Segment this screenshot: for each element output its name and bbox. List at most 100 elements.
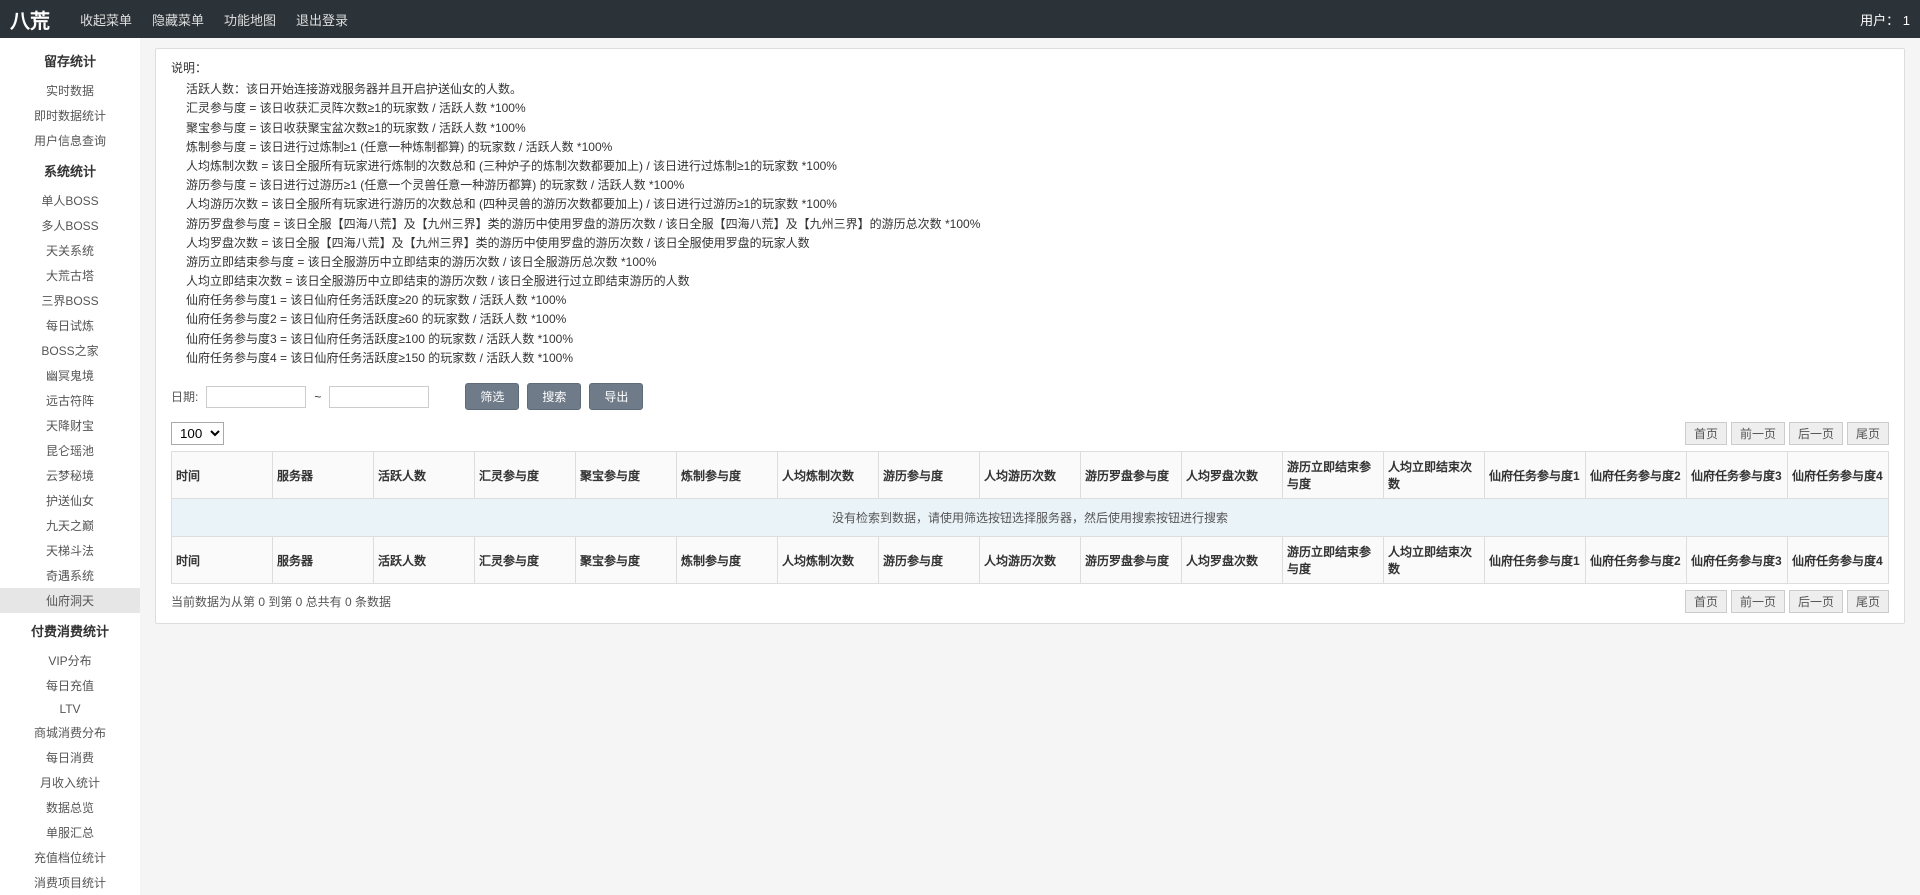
date-from-input[interactable] bbox=[206, 386, 306, 408]
column-header: 游历参与度 bbox=[879, 537, 980, 584]
pager-top: 首页 前一页 后一页 尾页 bbox=[1685, 422, 1889, 445]
column-header: 聚宝参与度 bbox=[576, 537, 677, 584]
main-content: 说明： 活跃人数：该日开始连接游戏服务器并且开启护送仙女的人数。汇灵参与度 = … bbox=[140, 38, 1920, 895]
user-label: 用户： bbox=[1860, 13, 1899, 28]
column-header: 汇灵参与度 bbox=[475, 452, 576, 499]
column-header: 人均游历次数 bbox=[980, 537, 1081, 584]
description-line: 炼制参与度 = 该日进行过炼制≥1 (任意一种炼制都算) 的玩家数 / 活跃人数… bbox=[171, 138, 1889, 157]
description-line: 仙府任务参与度4 = 该日仙府任务活跃度≥150 的玩家数 / 活跃人数 *10… bbox=[171, 349, 1889, 368]
empty-text: 没有检索到数据，请使用筛选按钮选择服务器，然后使用搜索按钮进行搜索 bbox=[172, 499, 1889, 537]
sidebar-item[interactable]: 每日试炼 bbox=[0, 313, 140, 338]
pager-prev-bottom[interactable]: 前一页 bbox=[1731, 590, 1785, 613]
sidebar-item[interactable]: 实时数据 bbox=[0, 78, 140, 103]
column-header: 游历参与度 bbox=[879, 452, 980, 499]
sidebar-item[interactable]: 远古符阵 bbox=[0, 388, 140, 413]
table-footer-bar: 当前数据为从第 0 到第 0 总共有 0 条数据 首页 前一页 后一页 尾页 bbox=[171, 590, 1889, 613]
description-line: 仙府任务参与度2 = 该日仙府任务活跃度≥60 的玩家数 / 活跃人数 *100… bbox=[171, 310, 1889, 329]
sidebar-item[interactable]: 多人BOSS bbox=[0, 213, 140, 238]
description-line: 仙府任务参与度1 = 该日仙府任务活跃度≥20 的玩家数 / 活跃人数 *100… bbox=[171, 291, 1889, 310]
search-button[interactable]: 搜索 bbox=[527, 383, 581, 410]
pager-bottom: 首页 前一页 后一页 尾页 bbox=[1685, 590, 1889, 613]
pager-next[interactable]: 后一页 bbox=[1789, 422, 1843, 445]
sidebar-item[interactable]: 每日消费 bbox=[0, 745, 140, 770]
column-header: 聚宝参与度 bbox=[576, 452, 677, 499]
column-header: 人均炼制次数 bbox=[778, 452, 879, 499]
column-header: 服务器 bbox=[273, 537, 374, 584]
description-line: 人均罗盘次数 = 该日全服【四海八荒】及【九州三界】类的游历中使用罗盘的游历次数… bbox=[171, 234, 1889, 253]
pager-next-bottom[interactable]: 后一页 bbox=[1789, 590, 1843, 613]
table-header-row: 时间服务器活跃人数汇灵参与度聚宝参与度炼制参与度人均炼制次数游历参与度人均游历次… bbox=[172, 452, 1889, 499]
sidebar-item[interactable]: 即时数据统计 bbox=[0, 103, 140, 128]
user-info: 用户： 1 bbox=[1860, 10, 1910, 29]
filter-button[interactable]: 筛选 bbox=[465, 383, 519, 410]
column-header: 时间 bbox=[172, 537, 273, 584]
sidebar-item[interactable]: 三界BOSS bbox=[0, 288, 140, 313]
page-size-select[interactable]: 100 bbox=[171, 422, 224, 445]
filter-row: 日期: ~ 筛选 搜索 导出 bbox=[171, 383, 1889, 410]
description-title: 说明： bbox=[171, 59, 1889, 78]
column-header: 仙府任务参与度3 bbox=[1687, 537, 1788, 584]
description-line: 仙府任务参与度3 = 该日仙府任务活跃度≥100 的玩家数 / 活跃人数 *10… bbox=[171, 330, 1889, 349]
sidebar-group-title: 付费消费统计 bbox=[0, 613, 140, 648]
column-header: 仙府任务参与度4 bbox=[1788, 537, 1889, 584]
date-label: 日期: bbox=[171, 388, 198, 405]
empty-row: 没有检索到数据，请使用筛选按钮选择服务器，然后使用搜索按钮进行搜索 bbox=[172, 499, 1889, 537]
description-line: 人均游历次数 = 该日全服所有玩家进行游历的次数总和 (四种灵兽的游历次数都要加… bbox=[171, 195, 1889, 214]
sidebar-item[interactable]: 每日充值 bbox=[0, 673, 140, 698]
sidebar-item[interactable]: 单人BOSS bbox=[0, 188, 140, 213]
column-header: 人均游历次数 bbox=[980, 452, 1081, 499]
sidebar-item[interactable]: 天梯斗法 bbox=[0, 538, 140, 563]
column-header: 游历立即结束参与度 bbox=[1283, 452, 1384, 499]
sidebar-item[interactable]: 护送仙女 bbox=[0, 488, 140, 513]
sidebar-item[interactable]: 奇遇系统 bbox=[0, 563, 140, 588]
sidebar-item[interactable]: 用户信息查询 bbox=[0, 128, 140, 153]
sidebar-item[interactable]: LTV bbox=[0, 698, 140, 720]
sidebar-item[interactable]: 月收入统计 bbox=[0, 770, 140, 795]
column-header: 炼制参与度 bbox=[677, 452, 778, 499]
sidebar-item[interactable]: 充值档位统计 bbox=[0, 845, 140, 870]
user-value: 1 bbox=[1903, 13, 1910, 28]
sidebar-item[interactable]: 数据总览 bbox=[0, 795, 140, 820]
sidebar-group-title: 留存统计 bbox=[0, 43, 140, 78]
pager-last-bottom[interactable]: 尾页 bbox=[1847, 590, 1889, 613]
sidebar-item[interactable]: VIP分布 bbox=[0, 648, 140, 673]
sidebar-item[interactable]: 幽冥鬼境 bbox=[0, 363, 140, 388]
column-header: 仙府任务参与度2 bbox=[1586, 452, 1687, 499]
description-line: 人均炼制次数 = 该日全服所有玩家进行炼制的次数总和 (三种炉子的炼制次数都要加… bbox=[171, 157, 1889, 176]
description-line: 汇灵参与度 = 该日收获汇灵阵次数≥1的玩家数 / 活跃人数 *100% bbox=[171, 99, 1889, 118]
sidebar-item[interactable]: 九天之巅 bbox=[0, 513, 140, 538]
description-line: 人均立即结束次数 = 该日全服游历中立即结束的游历次数 / 该日全服进行过立即结… bbox=[171, 272, 1889, 291]
pager-first[interactable]: 首页 bbox=[1685, 422, 1727, 445]
sidebar-item[interactable]: 商城消费分布 bbox=[0, 720, 140, 745]
column-header: 仙府任务参与度4 bbox=[1788, 452, 1889, 499]
sidebar-group-title: 系统统计 bbox=[0, 153, 140, 188]
sidebar-item[interactable]: 云梦秘境 bbox=[0, 463, 140, 488]
sidebar-item[interactable]: 仙府洞天 bbox=[0, 588, 140, 613]
pager-prev[interactable]: 前一页 bbox=[1731, 422, 1785, 445]
data-table: 时间服务器活跃人数汇灵参与度聚宝参与度炼制参与度人均炼制次数游历参与度人均游历次… bbox=[171, 451, 1889, 584]
sidebar: 留存统计实时数据即时数据统计用户信息查询系统统计单人BOSS多人BOSS天关系统… bbox=[0, 38, 140, 895]
column-header: 仙府任务参与度1 bbox=[1485, 537, 1586, 584]
pager-last[interactable]: 尾页 bbox=[1847, 422, 1889, 445]
table-footer-row: 时间服务器活跃人数汇灵参与度聚宝参与度炼制参与度人均炼制次数游历参与度人均游历次… bbox=[172, 537, 1889, 584]
logout-link[interactable]: 退出登录 bbox=[296, 10, 348, 29]
sidebar-item[interactable]: 天降财宝 bbox=[0, 413, 140, 438]
sidebar-item[interactable]: 大荒古塔 bbox=[0, 263, 140, 288]
description-line: 游历立即结束参与度 = 该日全服游历中立即结束的游历次数 / 该日全服游历总次数… bbox=[171, 253, 1889, 272]
sidebar-item[interactable]: 昆仑瑶池 bbox=[0, 438, 140, 463]
content-panel: 说明： 活跃人数：该日开始连接游戏服务器并且开启护送仙女的人数。汇灵参与度 = … bbox=[155, 48, 1905, 624]
pager-first-bottom[interactable]: 首页 bbox=[1685, 590, 1727, 613]
column-header: 仙府任务参与度1 bbox=[1485, 452, 1586, 499]
hide-menu-link[interactable]: 隐藏菜单 bbox=[152, 10, 204, 29]
export-button[interactable]: 导出 bbox=[589, 383, 643, 410]
feature-map-link[interactable]: 功能地图 bbox=[224, 10, 276, 29]
sidebar-item[interactable]: BOSS之家 bbox=[0, 338, 140, 363]
column-header: 游历罗盘参与度 bbox=[1081, 452, 1182, 499]
topbar-left: 八荒 收起菜单 隐藏菜单 功能地图 退出登录 bbox=[10, 5, 348, 34]
sidebar-item[interactable]: 天关系统 bbox=[0, 238, 140, 263]
column-header: 仙府任务参与度3 bbox=[1687, 452, 1788, 499]
sidebar-item[interactable]: 消费项目统计 bbox=[0, 870, 140, 895]
collapse-menu-link[interactable]: 收起菜单 bbox=[80, 10, 132, 29]
date-to-input[interactable] bbox=[329, 386, 429, 408]
sidebar-item[interactable]: 单服汇总 bbox=[0, 820, 140, 845]
